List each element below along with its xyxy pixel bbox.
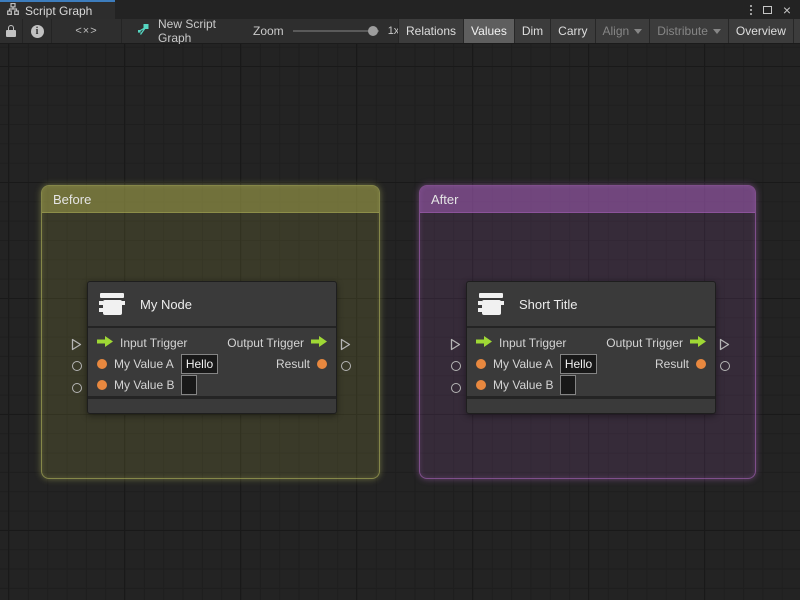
tab-bar: Script Graph × xyxy=(0,0,800,19)
graph-canvas[interactable]: Before After My Node Input Trigger Outpu… xyxy=(0,44,800,600)
align-dropdown[interactable]: Align xyxy=(594,19,650,43)
output-trigger-port-icon[interactable] xyxy=(690,335,706,350)
zoom-slider-handle[interactable] xyxy=(367,26,378,36)
toolbar-left: i <×> New Script Graph Zoom 1x xyxy=(0,17,399,45)
value-a-input[interactable] xyxy=(559,353,597,374)
node-my-node[interactable]: My Node Input Trigger Output Trigger My … xyxy=(71,281,351,414)
tab-title: Script Graph xyxy=(25,3,93,18)
outer-result-icon[interactable] xyxy=(720,361,730,371)
node-title: Short Title xyxy=(519,296,578,312)
value-b-input[interactable] xyxy=(560,374,577,395)
outer-value-b-icon[interactable] xyxy=(451,383,461,393)
port-row-value-b: My Value B xyxy=(467,374,715,395)
output-trigger-label: Output Trigger xyxy=(606,335,683,350)
node-ports: Input Trigger Output Trigger My Value A … xyxy=(467,328,715,399)
input-trigger-label: Input Trigger xyxy=(120,335,188,350)
chevron-down-icon xyxy=(634,28,643,34)
result-label: Result xyxy=(275,356,310,371)
dim-button[interactable]: Dim xyxy=(513,19,551,43)
code-icon: <×> xyxy=(75,25,98,37)
port-row-value-a: My Value A Result xyxy=(467,353,715,374)
graph-reference[interactable]: New Script Graph xyxy=(122,17,250,45)
zoom-slider[interactable] xyxy=(292,26,379,36)
value-a-label: My Value A xyxy=(493,356,553,371)
port-row-value-a: My Value A Result xyxy=(88,353,336,374)
window-menu-icon[interactable] xyxy=(749,4,752,15)
node-footer xyxy=(88,399,336,411)
outer-input-trigger-icon[interactable] xyxy=(450,338,461,356)
node-header[interactable]: Short Title xyxy=(467,282,715,328)
graph-name-label: New Script Graph xyxy=(158,17,217,45)
info-icon: i xyxy=(30,24,44,38)
result-label: Result xyxy=(654,356,689,371)
carry-button[interactable]: Carry xyxy=(550,19,595,43)
result-port-icon[interactable] xyxy=(317,358,327,369)
fullscreen-button[interactable]: Full Screen xyxy=(792,19,800,43)
value-b-port-icon[interactable] xyxy=(476,379,486,390)
node-footer xyxy=(467,399,715,411)
lock-button[interactable] xyxy=(0,19,23,43)
outer-value-b-icon[interactable] xyxy=(72,383,82,393)
toolbar-buttons: Relations Values Dim Carry Align Distrib… xyxy=(398,19,800,43)
outer-result-icon[interactable] xyxy=(341,361,351,371)
info-button[interactable]: i xyxy=(23,19,52,43)
node-short-title[interactable]: Short Title Input Trigger Output Trigger xyxy=(450,281,730,414)
output-trigger-port-icon[interactable] xyxy=(311,335,327,350)
outer-value-a-icon[interactable] xyxy=(451,361,461,371)
node-header[interactable]: My Node xyxy=(88,282,336,328)
node-title: My Node xyxy=(140,296,193,312)
value-b-label: My Value B xyxy=(493,377,554,392)
outer-output-trigger-icon[interactable] xyxy=(340,338,351,356)
maximize-icon[interactable] xyxy=(762,5,772,14)
distribute-dropdown[interactable]: Distribute xyxy=(649,19,728,43)
outer-input-trigger-icon[interactable] xyxy=(71,338,82,356)
lock-icon xyxy=(6,25,16,37)
unit-node-icon xyxy=(478,291,504,317)
group-label: Before xyxy=(53,191,92,207)
window-controls: × xyxy=(749,0,800,19)
zoom-label: Zoom xyxy=(253,24,284,38)
value-b-label: My Value B xyxy=(114,377,175,392)
close-icon[interactable]: × xyxy=(783,3,791,17)
group-before-header[interactable]: Before xyxy=(42,186,379,213)
input-trigger-port-icon[interactable] xyxy=(476,335,492,350)
input-trigger-label: Input Trigger xyxy=(499,335,567,350)
unit-node-icon xyxy=(99,291,125,317)
output-trigger-label: Output Trigger xyxy=(227,335,304,350)
relations-button[interactable]: Relations xyxy=(398,19,464,43)
value-a-input[interactable] xyxy=(180,353,218,374)
value-b-port-icon[interactable] xyxy=(97,379,107,390)
value-a-label: My Value A xyxy=(114,356,174,371)
result-port-icon[interactable] xyxy=(696,358,706,369)
values-button[interactable]: Values xyxy=(463,19,514,43)
overview-button[interactable]: Overview xyxy=(727,19,793,43)
port-row-triggers: Input Trigger Output Trigger xyxy=(467,332,715,353)
chevron-down-icon xyxy=(712,28,721,34)
outer-value-a-icon[interactable] xyxy=(72,361,82,371)
value-a-port-icon[interactable] xyxy=(97,358,107,369)
graph-toolbar: i <×> New Script Graph Zoom 1x Relations… xyxy=(0,17,800,45)
input-trigger-port-icon[interactable] xyxy=(97,335,113,350)
port-row-triggers: Input Trigger Output Trigger xyxy=(88,332,336,353)
tab-script-graph[interactable]: Script Graph xyxy=(0,0,115,19)
zoom-control: Zoom 1x xyxy=(250,19,399,43)
value-a-port-icon[interactable] xyxy=(476,358,486,369)
script-graph-window: Script Graph × i <×> New Script Graph Zo… xyxy=(0,0,800,600)
group-label: After xyxy=(431,191,459,207)
value-b-input[interactable] xyxy=(181,374,198,395)
port-row-value-b: My Value B xyxy=(88,374,336,395)
graph-hierarchy-icon xyxy=(7,2,19,18)
node-ports: Input Trigger Output Trigger My Value A … xyxy=(88,328,336,399)
group-after-header[interactable]: After xyxy=(420,186,755,213)
inspector-toggle-button[interactable]: <×> xyxy=(52,19,122,43)
new-graph-icon xyxy=(137,23,150,39)
outer-output-trigger-icon[interactable] xyxy=(719,338,730,356)
